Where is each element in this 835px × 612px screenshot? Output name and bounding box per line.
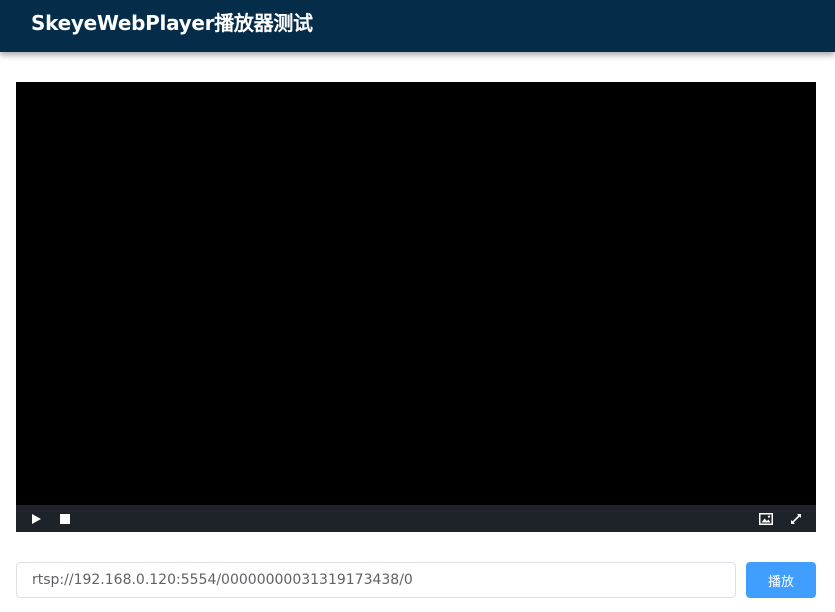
player-control-bar [16,505,816,532]
app-header: SkeyeWebPlayer播放器测试 [0,0,835,52]
stop-button[interactable] [53,505,77,532]
play-button[interactable] [24,505,48,532]
video-viewport[interactable] [16,82,816,505]
image-icon [759,512,773,525]
fullscreen-button[interactable] [784,505,808,532]
fullscreen-icon [791,513,801,524]
snapshot-button[interactable] [754,505,778,532]
page-title: SkeyeWebPlayer播放器测试 [31,11,313,35]
stream-url-input[interactable] [16,562,736,598]
video-player[interactable] [16,82,816,532]
stop-icon [60,513,70,524]
play-icon [32,513,41,524]
play-stream-button[interactable]: 播放 [746,562,816,598]
